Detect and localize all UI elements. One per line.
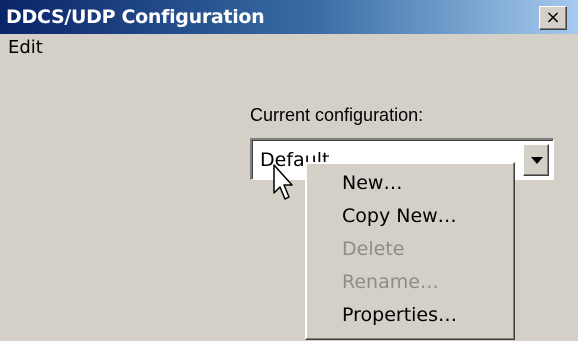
menu-edit[interactable]: Edit: [8, 37, 43, 58]
config-window: DDCS/UDP Configuration × Edit Current co…: [0, 0, 578, 341]
title-bar[interactable]: DDCS/UDP Configuration ×: [0, 0, 578, 34]
menu-item-delete: Delete: [342, 238, 405, 260]
close-button[interactable]: ×: [539, 6, 567, 30]
window-title: DDCS/UDP Configuration: [6, 6, 265, 28]
current-configuration-label: Current configuration:: [250, 105, 424, 125]
context-menu: New… Copy New… Delete Rename… Properties…: [305, 162, 515, 340]
menu-item-rename: Rename…: [342, 271, 439, 293]
menu-item-properties[interactable]: Properties…: [306, 299, 514, 332]
menu-item-copy-new[interactable]: Copy New…: [306, 200, 514, 233]
close-icon: ×: [545, 7, 561, 28]
chevron-down-icon[interactable]: [523, 144, 549, 176]
menu-item-new[interactable]: New…: [306, 167, 514, 200]
menu-bar: Edit: [0, 34, 578, 64]
mouse-pointer-icon: [273, 164, 293, 200]
